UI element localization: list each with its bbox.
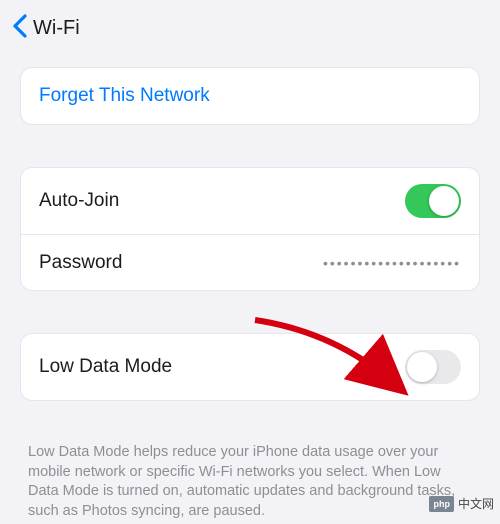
low-data-mode-group: Low Data Mode bbox=[20, 333, 480, 401]
password-label: Password bbox=[39, 252, 122, 274]
forget-network-button[interactable]: Forget This Network bbox=[21, 68, 479, 124]
auto-join-row: Auto-Join bbox=[21, 168, 479, 234]
forget-network-label: Forget This Network bbox=[39, 85, 210, 107]
low-data-mode-row: Low Data Mode bbox=[21, 334, 479, 400]
back-chevron-icon[interactable] bbox=[12, 14, 27, 43]
forget-network-group: Forget This Network bbox=[20, 67, 480, 125]
password-value: •••••••••••••••••••• bbox=[323, 255, 461, 271]
low-data-mode-label: Low Data Mode bbox=[39, 356, 172, 378]
watermark-text: 中文网 bbox=[458, 495, 494, 512]
watermark: php 中文网 bbox=[429, 495, 494, 512]
low-data-mode-description: Low Data Mode helps reduce your iPhone d… bbox=[28, 443, 472, 521]
toggle-knob bbox=[429, 186, 459, 216]
toggle-knob bbox=[407, 352, 437, 382]
nav-title[interactable]: Wi-Fi bbox=[33, 17, 80, 40]
password-row[interactable]: Password •••••••••••••••••••• bbox=[21, 234, 479, 290]
auto-join-label: Auto-Join bbox=[39, 190, 119, 212]
watermark-badge: php bbox=[429, 496, 454, 512]
auto-join-toggle[interactable] bbox=[405, 184, 461, 218]
connection-settings-group: Auto-Join Password •••••••••••••••••••• bbox=[20, 167, 480, 291]
low-data-mode-toggle[interactable] bbox=[405, 350, 461, 384]
nav-bar: Wi-Fi bbox=[0, 0, 500, 67]
